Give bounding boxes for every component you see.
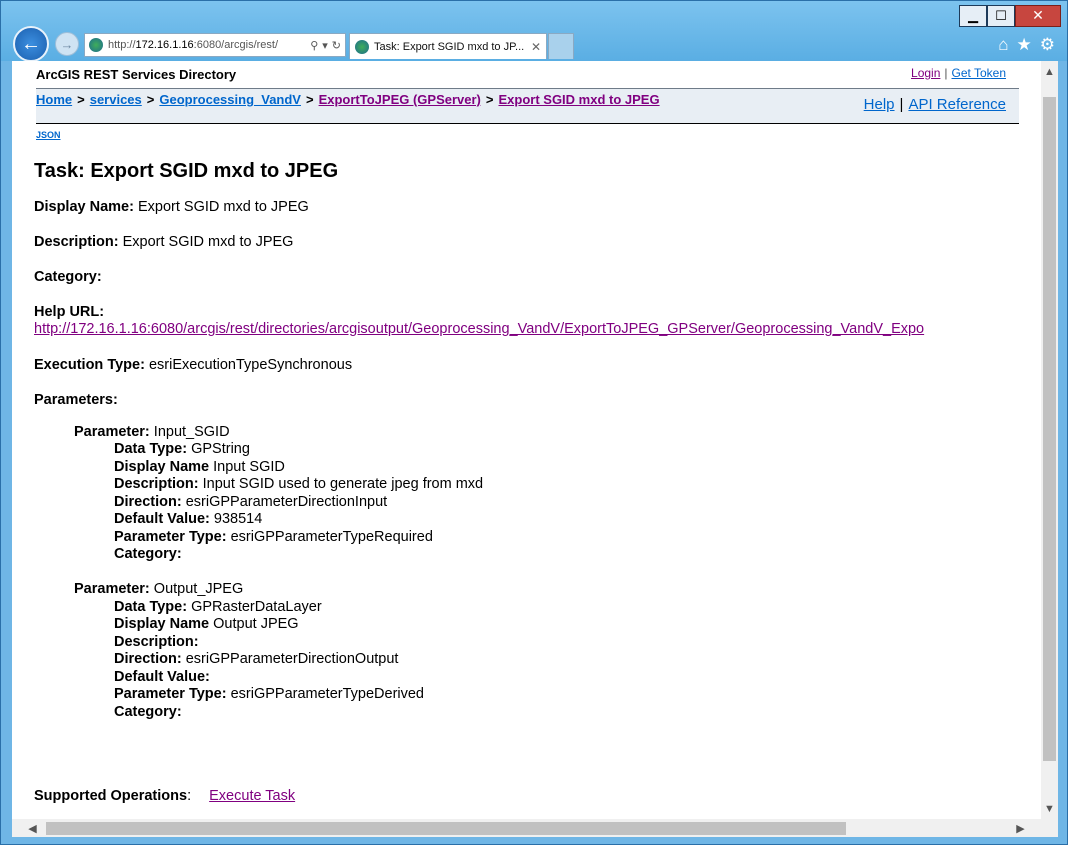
breadcrumb-task[interactable]: Export SGID mxd to JPEG (498, 92, 659, 107)
refresh-icon[interactable]: ↻ (332, 39, 341, 52)
scroll-left-icon[interactable]: ◀ (24, 819, 41, 837)
parameter-name-row: Parameter: Output_JPEG (74, 581, 244, 597)
back-button[interactable]: ← (13, 26, 49, 62)
horizontal-scroll-thumb[interactable] (46, 822, 846, 835)
vertical-scrollbar[interactable]: ▲ ▼ (1041, 61, 1058, 819)
site-globe-icon (89, 38, 103, 52)
tab-globe-icon (355, 39, 369, 54)
help-link[interactable]: Help (864, 96, 895, 113)
breadcrumb: Home > services > Geoprocessing_VandV > Export… (36, 92, 660, 107)
auth-links: Login | Get Token (911, 66, 1006, 80)
minimize-button[interactable]: ▁ (959, 5, 987, 27)
help-links: Help | API Reference (863, 96, 1006, 113)
param-data-type: Data Type: GPRasterDataLayer (114, 599, 322, 615)
tab-active[interactable]: Task: Export SGID mxd to JP... ✕ (349, 33, 547, 59)
forward-button[interactable]: → (55, 32, 79, 56)
vertical-scroll-thumb[interactable] (1043, 97, 1056, 761)
close-button[interactable]: ✕ (1015, 5, 1061, 27)
tab-title: Task: Export SGID mxd to JP... (374, 40, 525, 53)
get-token-link[interactable]: Get Token (952, 66, 1006, 80)
param-direction: Direction: esriGPParameterDirectionInput (114, 494, 388, 510)
supported-operations: Supported Operations: Execute Task (34, 788, 296, 804)
param-parameter-type: Parameter Type: esriGPParameterTypeDeriv… (114, 686, 425, 702)
home-icon[interactable]: ⌂ (998, 35, 1008, 55)
page-viewport: ArcGIS REST Services Directory Login | Get… (12, 61, 1058, 837)
tab-close-icon[interactable]: ✕ (531, 40, 541, 54)
title-bar: ▁ ☐ ✕ ← → http://172.16.1.16:6080/arcgis… (1, 1, 1067, 62)
json-link[interactable]: JSON (36, 130, 61, 140)
browser-window: ▁ ☐ ✕ ← → http://172.16.1.16:6080/arcgis… (0, 0, 1068, 845)
directory-title: ArcGIS REST Services Directory (36, 67, 237, 82)
new-tab-button[interactable] (548, 33, 574, 59)
breadcrumb-server[interactable]: ExportToJPEG (GPServer) (319, 92, 481, 107)
maximize-button[interactable]: ☐ (987, 5, 1015, 27)
parameter-name-row: Parameter: Input_SGID (74, 424, 230, 440)
param-description: Description: Input SGID used to generate… (114, 476, 484, 492)
breadcrumb-folder[interactable]: Geoprocessing_VandV (159, 92, 301, 107)
param-data-type: Data Type: GPString (114, 441, 250, 457)
breadcrumb-bar: Home > services > Geoprocessing_VandV > Export… (36, 88, 1019, 124)
window-controls: ▁ ☐ ✕ (959, 5, 1061, 27)
breadcrumb-services[interactable]: services (90, 92, 142, 107)
param-parameter-type: Parameter Type: esriGPParameterTypeRequi… (114, 529, 433, 545)
page-content: ArcGIS REST Services Directory Login | Get… (12, 61, 1041, 819)
param-description: Description: (114, 634, 199, 650)
param-default-value: Default Value: 938514 (114, 511, 263, 527)
address-bar[interactable]: http://172.16.1.16:6080/arcgis/rest/ ⚲ ▾… (84, 33, 346, 57)
param-category: Category: (114, 704, 182, 720)
category-row: Category: (34, 269, 102, 285)
login-link[interactable]: Login (911, 66, 940, 80)
param-default-value: Default Value: (114, 669, 210, 685)
help-url-link[interactable]: http://172.16.1.16:6080/arcgis/rest/dire… (34, 321, 924, 337)
breadcrumb-home[interactable]: Home (36, 92, 72, 107)
star-icon[interactable]: ★ (1017, 35, 1032, 55)
execution-type-row: Execution Type: esriExecutionTypeSynchro… (34, 357, 353, 373)
api-reference-link[interactable]: API Reference (908, 96, 1006, 113)
param-direction: Direction: esriGPParameterDirectionOutpu… (114, 651, 399, 667)
scroll-right-icon[interactable]: ▶ (1012, 819, 1029, 837)
display-name-row: Display Name: Export SGID mxd to JPEG (34, 199, 309, 215)
description-row: Description: Export SGID mxd to JPEG (34, 234, 294, 250)
page-title: Task: Export SGID mxd to JPEG (34, 160, 339, 182)
scroll-down-icon[interactable]: ▼ (1041, 800, 1058, 817)
help-url-label-row: Help URL: (34, 304, 105, 320)
horizontal-scrollbar[interactable]: ◀ ▶ (12, 819, 1041, 837)
scroll-up-icon[interactable]: ▲ (1041, 63, 1058, 80)
gear-icon[interactable]: ⚙ (1040, 35, 1055, 55)
dropdown-icon[interactable]: ▾ (322, 39, 328, 52)
address-url[interactable]: http://172.16.1.16:6080/arcgis/rest/ (108, 39, 307, 51)
param-display-name: Display Name Input SGID (114, 459, 285, 475)
parameters-heading: Parameters: (34, 392, 118, 408)
browser-toolbar-icons: ⌂ ★ ⚙ (998, 35, 1055, 55)
forward-arrow-icon: → (60, 36, 74, 52)
execute-task-link[interactable]: Execute Task (209, 788, 295, 804)
address-bar-icons: ⚲ ▾ ↻ (310, 39, 341, 52)
back-arrow-icon: ← (21, 32, 41, 55)
param-category: Category: (114, 546, 182, 562)
scrollbar-corner (1041, 819, 1058, 837)
search-icon[interactable]: ⚲ (310, 39, 318, 52)
param-display-name: Display Name Output JPEG (114, 616, 299, 632)
